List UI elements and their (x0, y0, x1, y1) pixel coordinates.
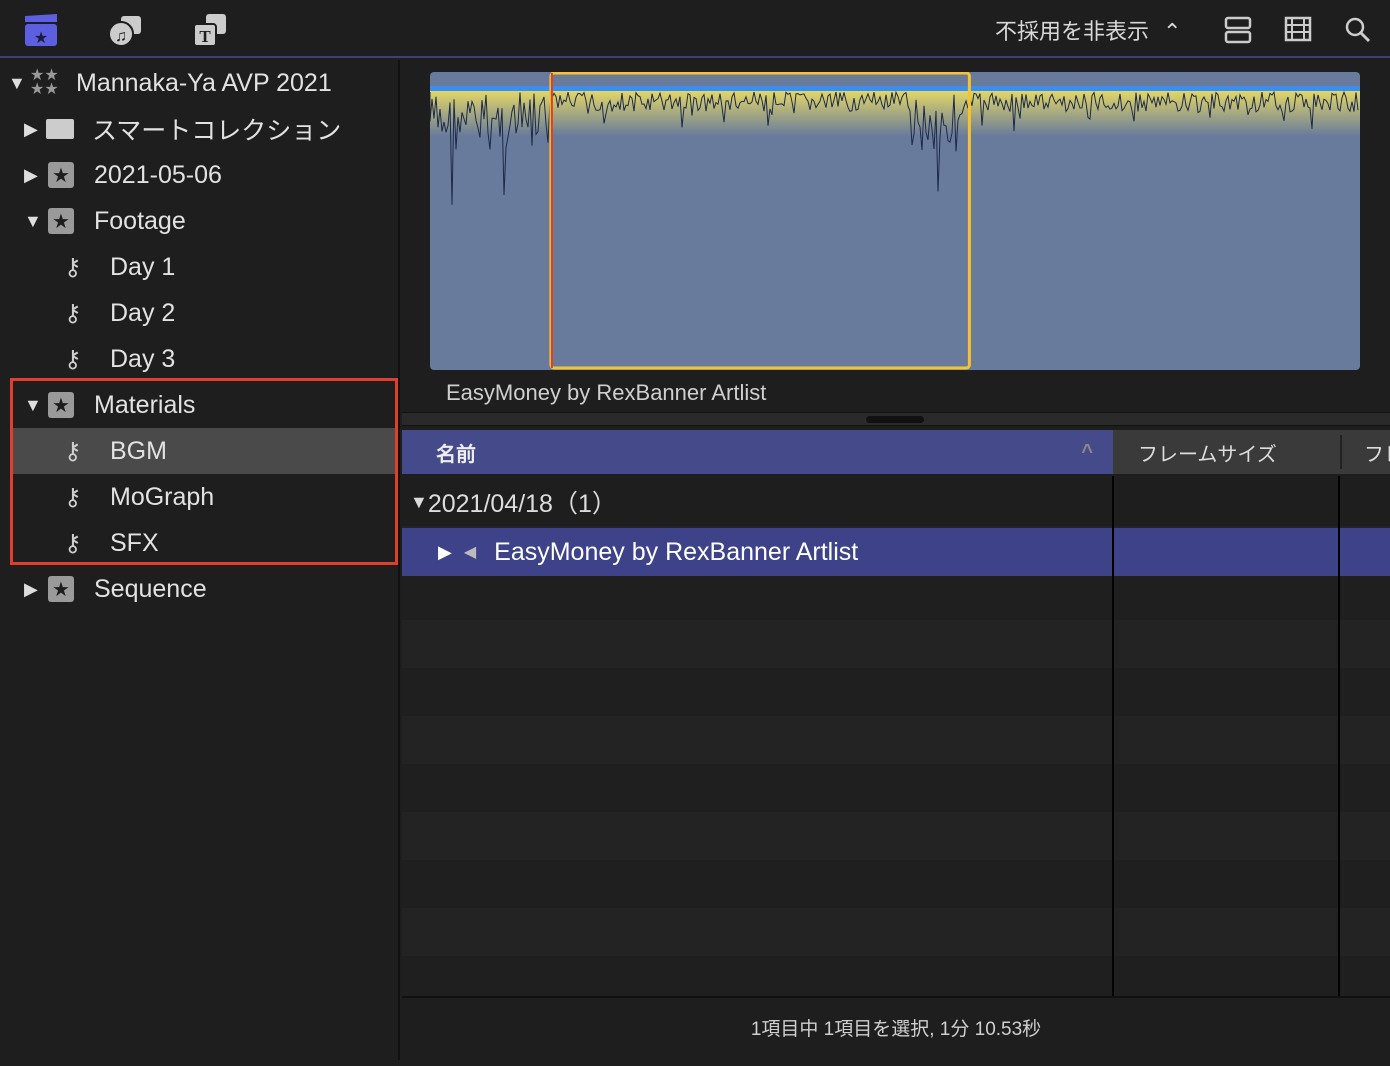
sidebar-item-day2[interactable]: ⚷ Day 2 (0, 290, 400, 336)
keyword-icon: ⚷ (64, 529, 82, 557)
sidebar-item-smart-collections[interactable]: ▶ スマートコレクション (0, 106, 400, 152)
chevron-updown-icon: ⌃ (1163, 19, 1182, 44)
keyword-icon: ⚷ (64, 345, 82, 373)
sidebar-item-library[interactable]: ▼ ★★ ★★ Mannaka-Ya AVP 2021 (0, 60, 400, 106)
filter-label: 不採用を非表示 (995, 19, 1150, 44)
column-divider (1338, 476, 1340, 996)
playhead-marker (550, 73, 553, 368)
library-sidebar: ▼ ★★ ★★ Mannaka-Ya AVP 2021 ▶ スマートコレクション ▶ ★ 2… (0, 60, 400, 1060)
svg-text:♫: ♫ (115, 28, 127, 45)
event-star-icon: ★ (48, 392, 74, 418)
titles-generators-icon[interactable]: T (192, 12, 228, 48)
event-star-icon: ★ (48, 576, 74, 602)
keyword-icon: ⚷ (64, 299, 82, 327)
resize-handle[interactable] (866, 416, 924, 423)
table-row[interactable]: ▶ ◀ EasyMoney by RexBanner Artlist (402, 528, 1390, 576)
audio-waveform-filmstrip[interactable] (430, 72, 1360, 370)
waveform-peak-band (430, 86, 1360, 136)
libraries-icon[interactable]: ★ (23, 12, 59, 48)
list-header: 名前^ フレームサイズ フレ (402, 430, 1390, 474)
keyword-icon: ⚷ (64, 437, 82, 465)
disclosure-triangle-icon[interactable]: ▼ (410, 492, 428, 513)
clip-list: ▼ 2021/04/18（1） ▶ ◀ EasyMoney by RexBanner … (402, 476, 1390, 996)
library-icon: ★★ ★★ (30, 67, 59, 98)
sort-ascending-icon: ^ (1081, 440, 1093, 463)
disclosure-triangle-icon[interactable]: ▶ (24, 579, 42, 600)
photos-audio-icon[interactable]: ♫ (107, 12, 143, 48)
search-icon[interactable] (1340, 12, 1376, 48)
column-header-name[interactable]: 名前 ^ (402, 430, 1113, 474)
column-divider (1112, 476, 1114, 996)
sidebar-item-materials[interactable]: ▼ ★ Materials (0, 382, 400, 428)
disclosure-triangle-icon[interactable]: ▶ (24, 165, 42, 186)
event-star-icon: ★ (48, 208, 74, 234)
hide-rejected-dropdown[interactable]: 不採用を非表示 ⌃ (995, 14, 1181, 46)
folder-icon (46, 119, 74, 139)
disclosure-triangle-icon[interactable]: ▼ (24, 211, 42, 232)
disclosure-triangle-icon[interactable]: ▼ (24, 395, 42, 416)
group-row[interactable]: ▼ 2021/04/18（1） (402, 478, 1390, 526)
event-star-icon: ★ (48, 162, 74, 188)
keyword-icon: ⚷ (64, 483, 82, 511)
sidebar-item-mograph[interactable]: ⚷ MoGraph (0, 474, 400, 520)
sidebar-item-sequence[interactable]: ▶ ★ Sequence (0, 566, 400, 612)
svg-text:★: ★ (34, 30, 48, 47)
filmstrip-clip-name: EasyMoney by RexBanner Artlist (446, 380, 767, 405)
sidebar-item-day3[interactable]: ⚷ Day 3 (0, 336, 400, 382)
column-header-partial[interactable]: フレ (1340, 435, 1390, 469)
status-bar: 1項目中 1項目を選択, 1分 10.53秒 (402, 996, 1390, 1056)
clip-top-line (430, 86, 1360, 91)
keyword-icon: ⚷ (64, 253, 82, 281)
disclosure-triangle-icon[interactable]: ▶ (24, 119, 42, 140)
toolbar: ★ ♫ T 不採用を非表示 ⌃ (0, 0, 1390, 58)
sidebar-item-sfx[interactable]: ⚷ SFX (0, 520, 400, 566)
column-header-frame-size[interactable]: フレームサイズ (1138, 430, 1277, 474)
clip-appearance-icon[interactable] (1220, 12, 1256, 48)
filmstrip-icon[interactable] (1280, 12, 1316, 48)
panel-resize-divider[interactable] (402, 412, 1390, 426)
browser-panel: EasyMoney by RexBanner Artlist 名前 ^ フレームサ… (402, 60, 1390, 1060)
sidebar-item-day1[interactable]: ⚷ Day 1 (0, 244, 400, 290)
svg-text:T: T (199, 27, 211, 46)
sidebar-item-bgm[interactable]: ⚷ BGM (12, 428, 396, 474)
disclosure-triangle-icon[interactable]: ▶ (438, 542, 452, 563)
disclosure-triangle-icon[interactable]: ▼ (8, 73, 26, 94)
sidebar-item-event[interactable]: ▶ ★ 2021-05-06 (0, 152, 400, 198)
audio-speaker-icon: ◀ (463, 544, 477, 561)
sidebar-item-footage[interactable]: ▼ ★ Footage (0, 198, 400, 244)
